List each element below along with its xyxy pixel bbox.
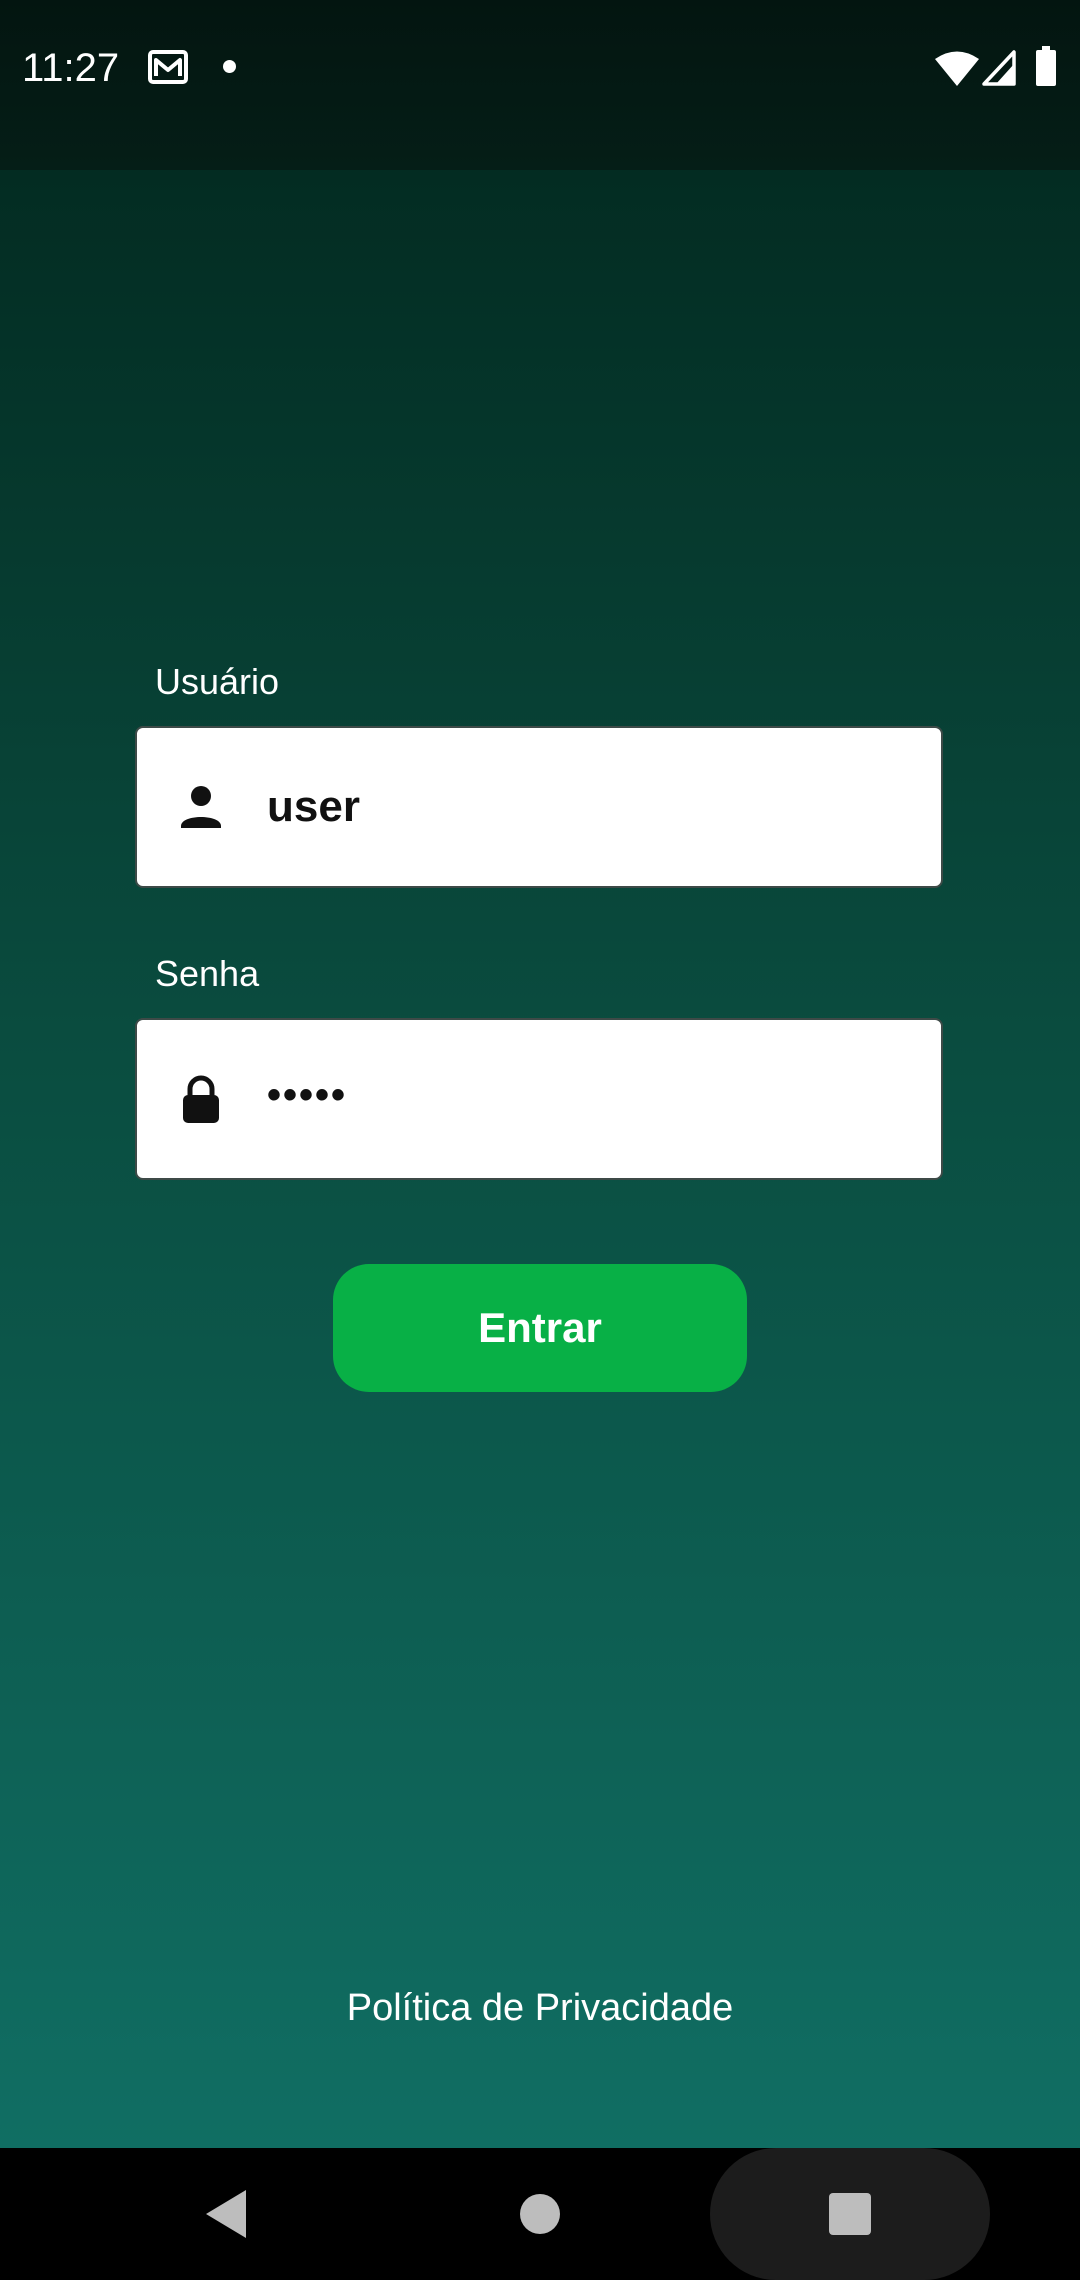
recents-icon[interactable] <box>829 2193 871 2235</box>
navigation-bar <box>0 2148 1080 2280</box>
username-input[interactable]: user <box>135 726 943 888</box>
privacy-policy-link[interactable]: Política de Privacidade <box>0 1983 1080 2033</box>
login-button[interactable]: Entrar <box>333 1264 747 1392</box>
home-icon[interactable] <box>520 2194 560 2234</box>
login-screen: Usuário user Senha ••••• Entrar Política… <box>0 170 1080 2148</box>
battery-icon <box>1036 46 1056 86</box>
app-screen: 11:27 Usuário user Senha ••••• Entrar Po… <box>0 0 1080 2280</box>
password-label: Senha <box>155 953 260 994</box>
person-icon <box>181 786 221 828</box>
status-time: 11:27 <box>22 46 120 90</box>
wifi-icon <box>935 51 979 86</box>
back-icon[interactable] <box>204 2188 248 2240</box>
signal-icon <box>982 50 1016 86</box>
notification-dot-icon <box>223 60 236 73</box>
lock-icon <box>183 1075 219 1123</box>
mail-icon <box>148 50 188 84</box>
password-value[interactable]: ••••• <box>267 1066 347 1124</box>
password-input[interactable]: ••••• <box>135 1018 943 1180</box>
username-label: Usuário <box>155 661 280 702</box>
username-value[interactable]: user <box>267 778 360 836</box>
status-bar: 11:27 <box>0 0 1080 170</box>
